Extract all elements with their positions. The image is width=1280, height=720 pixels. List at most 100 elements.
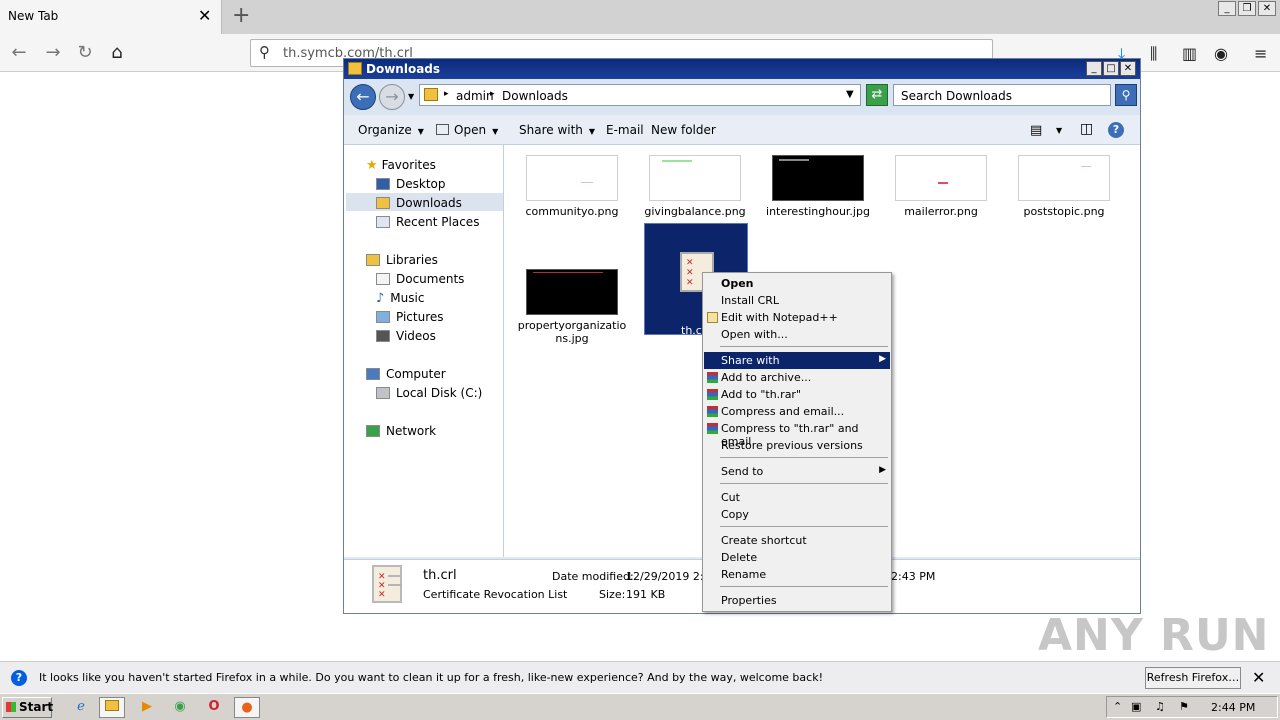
file-name[interactable]: propertyorganizatio: [513, 319, 631, 332]
view-icon[interactable]: ▤: [1030, 123, 1042, 138]
sidebar-item-downloads[interactable]: Downloads: [376, 196, 462, 210]
close-button[interactable]: ✕: [1120, 61, 1136, 76]
file-name[interactable]: interestinghour.jpg: [759, 205, 877, 218]
home-icon[interactable]: ⌂: [104, 41, 130, 67]
chevron-down-icon[interactable]: ▼: [846, 89, 854, 100]
file-thumbnail[interactable]: [526, 155, 618, 201]
file-name[interactable]: communityo.png: [513, 205, 631, 218]
sidebar-item-desktop[interactable]: Desktop: [376, 177, 446, 191]
new-folder-button[interactable]: New folder: [651, 123, 716, 137]
breadcrumb-admin[interactable]: admin: [456, 89, 494, 103]
menu-item-cut[interactable]: Cut: [704, 489, 890, 506]
sidebar-item-local-disk[interactable]: Local Disk (C:): [376, 386, 482, 400]
sidebar-item-computer[interactable]: Computer: [366, 367, 446, 381]
file-name[interactable]: givingbalance.png: [636, 205, 754, 218]
refresh-firefox-button[interactable]: Refresh Firefox…: [1145, 667, 1241, 689]
sidebar-item-pictures[interactable]: Pictures: [376, 310, 444, 324]
desktop-icon: [376, 178, 390, 190]
sidebar-item-favorites[interactable]: ★ Favorites: [366, 158, 436, 173]
file-thumbnail[interactable]: [649, 155, 741, 201]
new-tab-icon[interactable]: +: [232, 3, 250, 28]
menu-icon[interactable]: ≡: [1254, 44, 1267, 63]
organize-button[interactable]: Organize ▼: [358, 123, 424, 137]
share-with-button[interactable]: Share with ▼: [519, 123, 595, 137]
address-box[interactable]: ▸ admin ▸ Downloads ▼: [419, 84, 861, 106]
menu-item-restore-versions[interactable]: Restore previous versions: [704, 437, 890, 454]
open-button[interactable]: Open ▼: [436, 123, 498, 137]
forward-button[interactable]: →: [379, 84, 405, 110]
clock[interactable]: 2:44 PM: [1211, 701, 1255, 714]
menu-item-label: Share with: [721, 354, 780, 367]
sidebar-item-music[interactable]: ♪ Music: [376, 291, 424, 306]
menu-item-open[interactable]: Open: [704, 275, 890, 292]
sidebar-item-documents[interactable]: Documents: [376, 272, 464, 286]
network-tray-icon[interactable]: ▣: [1131, 700, 1141, 713]
tab-new-tab[interactable]: New Tab ✕: [0, 0, 222, 34]
file-thumbnail[interactable]: [1018, 155, 1110, 201]
sidebar-item-libraries[interactable]: Libraries: [366, 253, 438, 267]
media-player-icon[interactable]: ▶: [134, 697, 160, 718]
refresh-button[interactable]: ⇄: [866, 84, 888, 106]
file-name[interactable]: ns.jpg: [513, 332, 631, 345]
menu-item-add-archive[interactable]: Add to archive...: [704, 369, 890, 386]
opera-icon[interactable]: O: [201, 697, 227, 718]
menu-item-copy[interactable]: Copy: [704, 506, 890, 523]
menu-item-edit-notepad[interactable]: Edit with Notepad++: [704, 309, 890, 326]
menu-item-compress-rar-email[interactable]: Compress to "th.rar" and email: [704, 420, 890, 448]
chevron-right-icon[interactable]: ▸: [444, 89, 449, 99]
volume-icon[interactable]: ♫: [1155, 700, 1165, 713]
sidebar-item-recent-places[interactable]: Recent Places: [376, 215, 479, 229]
tab-close-icon[interactable]: ✕: [198, 6, 211, 25]
sidebar-item-videos[interactable]: Videos: [376, 329, 436, 343]
forward-icon[interactable]: →: [40, 41, 66, 67]
back-icon[interactable]: ←: [6, 41, 32, 67]
account-icon[interactable]: ◉: [1214, 44, 1228, 63]
menu-item-send-to[interactable]: Send to ▶: [704, 463, 890, 480]
explorer-taskbar-icon[interactable]: [99, 697, 125, 718]
reload-icon[interactable]: ↻: [72, 41, 98, 67]
email-button[interactable]: E-mail: [606, 123, 644, 137]
help-icon[interactable]: ?: [1108, 122, 1124, 138]
show-hidden-icons-icon[interactable]: ⌃: [1113, 700, 1122, 713]
date-created-value: 2:43 PM: [891, 570, 936, 583]
library-icon[interactable]: ⫼: [1150, 44, 1157, 64]
close-button[interactable]: ✕: [1258, 1, 1276, 16]
minimize-button[interactable]: _: [1218, 1, 1236, 16]
file-thumbnail[interactable]: [526, 269, 618, 315]
maximize-button[interactable]: □: [1103, 61, 1119, 76]
file-name[interactable]: poststopic.png: [1005, 205, 1123, 218]
star-icon: ★: [366, 158, 378, 173]
menu-item-open-with[interactable]: Open with...: [704, 326, 890, 343]
internet-explorer-icon[interactable]: ℯ: [68, 697, 94, 718]
restore-button[interactable]: ❐: [1238, 1, 1256, 16]
search-icon[interactable]: ⚲: [1115, 84, 1137, 106]
menu-item-add-rar[interactable]: Add to "th.rar": [704, 386, 890, 403]
breadcrumb-downloads[interactable]: Downloads: [502, 89, 568, 103]
menu-item-delete[interactable]: Delete: [704, 549, 890, 566]
menu-item-properties[interactable]: Properties: [704, 592, 890, 609]
close-icon[interactable]: ✕: [1252, 668, 1265, 687]
sidebar-item-network[interactable]: Network: [366, 424, 436, 438]
file-name[interactable]: mailerror.png: [882, 205, 1000, 218]
sidebar-icon[interactable]: ▥: [1182, 44, 1197, 63]
history-dropdown-icon[interactable]: ▼: [408, 92, 414, 101]
menu-item-install-crl[interactable]: Install CRL: [704, 292, 890, 309]
certificate-file-icon: ✕ ✕ ✕: [372, 565, 402, 603]
start-button[interactable]: Start: [2, 697, 53, 718]
file-thumbnail[interactable]: [895, 155, 987, 201]
search-input[interactable]: Search Downloads: [893, 84, 1111, 106]
back-button[interactable]: ←: [350, 84, 376, 110]
preview-pane-icon[interactable]: ◫: [1080, 121, 1093, 137]
chevron-down-icon[interactable]: ▼: [1056, 126, 1062, 135]
action-center-flag-icon[interactable]: ⚑: [1179, 700, 1189, 713]
minimize-button[interactable]: _: [1086, 61, 1102, 76]
menu-item-rename[interactable]: Rename: [704, 566, 890, 583]
menu-item-create-shortcut[interactable]: Create shortcut: [704, 532, 890, 549]
file-thumbnail[interactable]: [772, 155, 864, 201]
chevron-right-icon[interactable]: ▸: [490, 89, 495, 99]
chrome-icon[interactable]: ◉: [167, 697, 193, 718]
menu-item-share-with[interactable]: Share with ▶: [704, 352, 890, 369]
sidebar-item-label: Music: [390, 291, 425, 305]
menu-item-compress-email[interactable]: Compress and email...: [704, 403, 890, 420]
firefox-taskbar-icon[interactable]: ●: [234, 697, 260, 718]
